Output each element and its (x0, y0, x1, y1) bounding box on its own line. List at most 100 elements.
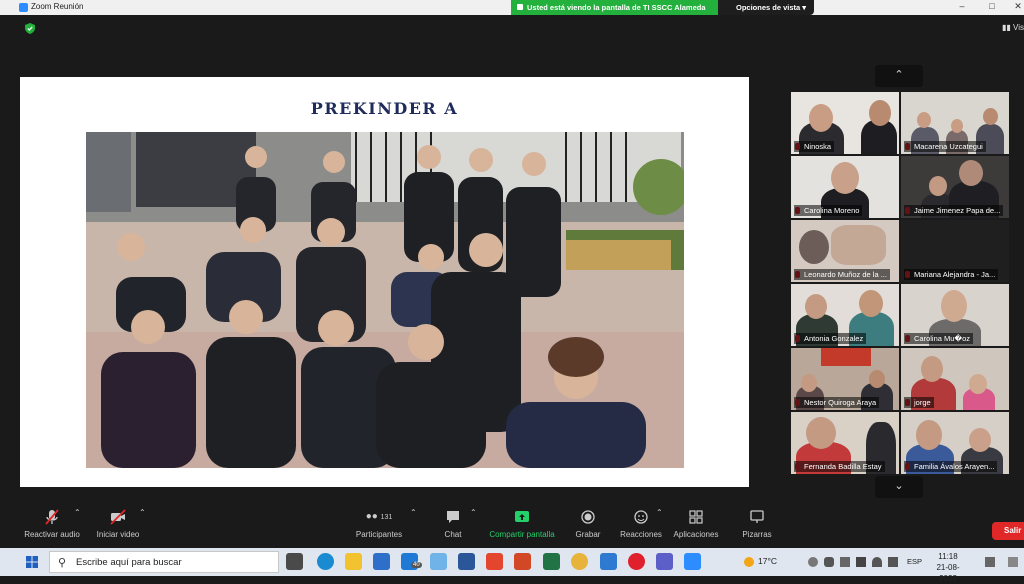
apps-button[interactable]: Aplicaciones (671, 508, 721, 539)
video-options-caret[interactable]: ⌃ (139, 508, 146, 517)
view-button[interactable]: ▮▮ Vis (1002, 23, 1024, 32)
smiley-icon (634, 510, 648, 524)
participant-tile[interactable]: Nestor Quiroga Araya (791, 348, 899, 410)
share-screen-button[interactable]: Compartir pantalla (486, 508, 558, 539)
view-options-button[interactable]: Opciones de vista ▾ (718, 0, 814, 15)
chevron-down-icon: ▾ (802, 3, 807, 12)
slide-title: PREKINDER A (310, 99, 459, 118)
share-indicator-icon (517, 4, 523, 10)
participant-tile[interactable]: Familia Ávalos Arayen... (901, 412, 1009, 474)
participant-tile[interactable]: Mariana Alejandra - Ja... (901, 220, 1009, 282)
participant-tile[interactable]: Carolina Moreno (791, 156, 899, 218)
zoom-app-icon (19, 3, 28, 12)
chevron-down-icon: ⌄ (894, 480, 904, 492)
chat-options-caret[interactable]: ⌃ (470, 508, 477, 517)
excel-icon[interactable] (543, 553, 560, 570)
security-shield-icon (25, 23, 35, 34)
search-icon: ⚲ (58, 557, 67, 569)
windows-start-icon[interactable] (26, 556, 38, 568)
gallery-page-down-button[interactable]: ⌄ (875, 476, 923, 498)
apps-label: Aplicaciones (673, 530, 719, 539)
participant-name: Leonardo Muñoz de la ... (794, 269, 890, 280)
cloud-icon[interactable] (808, 557, 818, 567)
participant-tile[interactable]: Leonardo Muñoz de la ... (791, 220, 899, 282)
video-off-icon (110, 509, 126, 525)
participant-name: Antonia Gonzalez (794, 333, 867, 344)
mail-badge: 40 (411, 562, 422, 568)
notifications-icon[interactable] (985, 557, 995, 567)
system-clock[interactable]: 11:18 21-08-2022 (928, 551, 968, 584)
participant-tile[interactable]: Macarena Uzcategui (901, 92, 1009, 154)
start-video-label: Iniciar video (96, 530, 140, 539)
word-icon[interactable] (458, 553, 475, 570)
close-button[interactable]: ✕ (1008, 1, 1024, 12)
display-icon[interactable] (856, 557, 866, 567)
muted-microphone-icon (45, 509, 59, 525)
edge-browser-icon[interactable] (317, 553, 334, 570)
reactions-options-caret[interactable]: ⌃ (656, 508, 663, 517)
unmute-audio-label: Reactivar audio (24, 530, 80, 539)
participant-name: Carolina Moreno (794, 205, 863, 216)
shared-screen-slide: PREKINDER A (20, 77, 749, 487)
minimize-button[interactable]: – (952, 1, 972, 11)
task-view-icon[interactable] (286, 553, 303, 570)
participant-name: Carolina Mu�oz (904, 333, 974, 344)
participants-label: Participantes (355, 530, 403, 539)
participant-tile[interactable]: Antonia Gonzalez (791, 284, 899, 346)
whiteboards-button[interactable]: Pizarras (737, 508, 777, 539)
app-icon[interactable] (600, 553, 617, 570)
teams-icon[interactable] (656, 553, 673, 570)
participant-tile[interactable]: Ninoska (791, 92, 899, 154)
input-language[interactable]: ESP (907, 557, 922, 566)
leave-label: Salir (1004, 526, 1022, 535)
start-video-button[interactable]: Iniciar video (93, 508, 143, 539)
screen-share-banner: Usted está viendo la pantalla de TI SSCC… (511, 0, 718, 15)
taskbar-search-placeholder: Escribe aquí para buscar (76, 557, 182, 568)
file-explorer-icon[interactable] (345, 553, 362, 570)
participant-name: Jaime Jimenez Papa de... (904, 205, 1004, 216)
apps-icon (689, 510, 703, 524)
share-banner-text: Usted está viendo la pantalla de TI SSCC… (527, 3, 706, 12)
participant-name: jorge (904, 397, 934, 408)
view-button-label: Vis (1013, 23, 1024, 32)
reactions-label: Reacciones (620, 530, 662, 539)
share-screen-icon (515, 511, 529, 522)
whiteboards-label: Pizarras (742, 530, 772, 539)
gallery-page-up-button[interactable]: ⌃ (875, 65, 923, 87)
opera-icon[interactable] (628, 553, 645, 570)
show-desktop-icon[interactable] (1008, 557, 1018, 567)
meeting-toolbar: Reactivar audio ⌃ Iniciar video ⌃ ●● 131… (0, 508, 1024, 548)
unmute-audio-button[interactable]: Reactivar audio (22, 508, 82, 539)
participant-tile[interactable]: Carolina Mu�oz (901, 284, 1009, 346)
taskbar-search-input[interactable]: ⚲ Escribe aquí para buscar (49, 551, 279, 573)
participants-options-caret[interactable]: ⌃ (410, 508, 417, 517)
volume-icon[interactable] (888, 557, 898, 567)
powerpoint-icon[interactable] (514, 553, 531, 570)
participant-tile[interactable]: jorge (901, 348, 1009, 410)
wifi-icon[interactable] (872, 557, 882, 567)
participant-tile[interactable]: Fernanda Badilla Estay (791, 412, 899, 474)
battery-icon[interactable] (840, 557, 850, 567)
meeting-area: ▮▮ Vis PREKINDER A ⌃ ⌄ Ninoska Macarena … (0, 15, 1024, 548)
participant-name: Ninoska (794, 141, 835, 152)
chat-button[interactable]: Chat (438, 508, 468, 539)
record-button[interactable]: Grabar (573, 508, 603, 539)
chrome-icon[interactable] (571, 553, 588, 570)
office-icon[interactable] (486, 553, 503, 570)
participants-count: 131 (380, 514, 393, 521)
audio-options-caret[interactable]: ⌃ (74, 508, 81, 517)
store-icon[interactable] (373, 553, 390, 570)
record-icon (581, 510, 595, 524)
participants-button[interactable]: ●● 131 Participantes (352, 508, 406, 539)
chat-bubble-icon (447, 511, 459, 523)
clock-date: 21-08-2022 (936, 563, 960, 583)
leave-meeting-button[interactable]: Salir (992, 522, 1024, 540)
zoom-taskbar-icon[interactable] (684, 553, 701, 570)
windows-taskbar: ⚲ Escribe aquí para buscar 40 17°C ESP 1… (0, 548, 1024, 583)
microphone-tray-icon[interactable] (824, 557, 834, 567)
participants-icon: ●● (365, 511, 378, 522)
participant-tile[interactable]: Jaime Jimenez Papa de... (901, 156, 1009, 218)
record-label: Grabar (575, 530, 601, 539)
photos-icon[interactable] (430, 553, 447, 570)
maximize-button[interactable]: □ (982, 1, 1002, 11)
